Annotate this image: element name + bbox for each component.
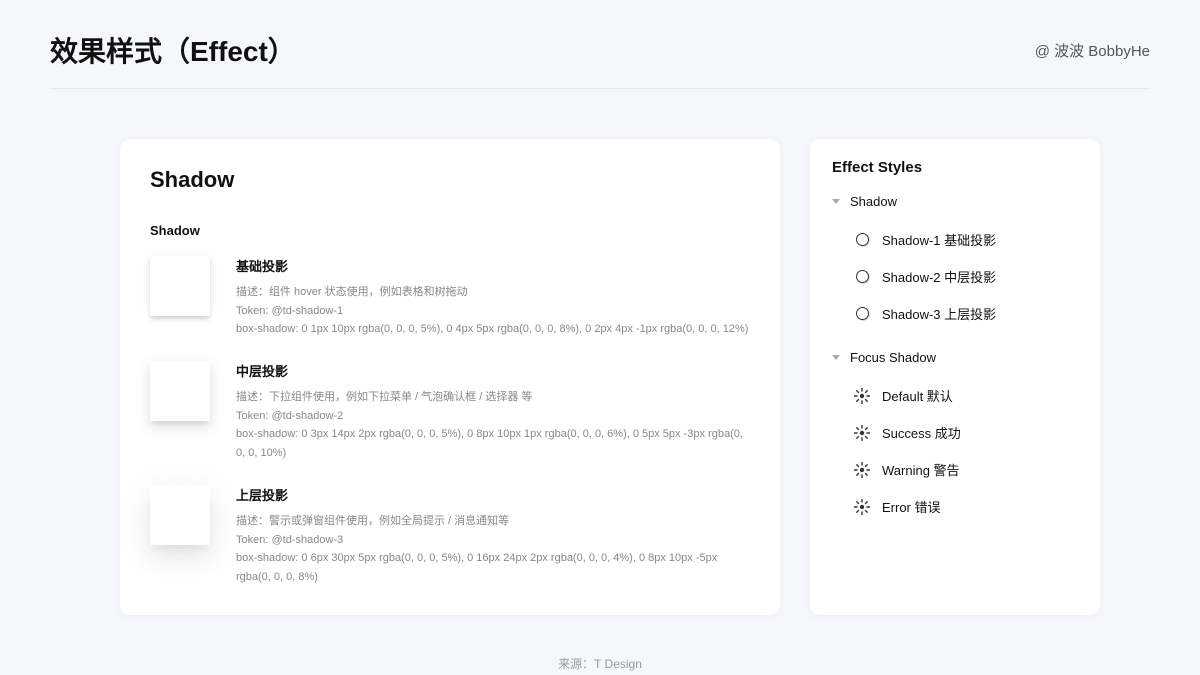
focus-icon <box>854 425 870 441</box>
shadow-card: Shadow Shadow 基础投影 描述：组件 hover 状态使用，例如表格… <box>120 139 780 615</box>
tree-group-label: Shadow <box>850 194 897 209</box>
effect-icon <box>854 269 870 285</box>
tree-item-label: Success 成功 <box>882 423 961 442</box>
chevron-down-icon <box>832 355 840 360</box>
tree-group-shadow[interactable]: Shadow <box>832 194 1078 209</box>
shadow-row: 中层投影 描述：下拉组件使用，例如下拉菜单 / 气泡确认框 / 选择器 等 To… <box>150 361 750 463</box>
focus-icon <box>854 388 870 404</box>
focus-icon <box>854 499 870 515</box>
tree-item[interactable]: Warning 警告 <box>854 451 1078 488</box>
shadow-swatch <box>150 256 210 316</box>
tree-item[interactable]: Default 默认 <box>854 377 1078 414</box>
tree-group-focus[interactable]: Focus Shadow <box>832 350 1078 365</box>
effect-styles-panel: Effect Styles Shadow Shadow-1 基础投影 Shado… <box>810 139 1100 615</box>
panel-title: Effect Styles <box>832 159 1078 176</box>
shadow-css: box-shadow: 0 6px 30px 5px rgba(0, 0, 0,… <box>236 549 750 586</box>
shadow-name: 上层投影 <box>236 485 750 504</box>
shadow-desc: 描述：下拉组件使用，例如下拉菜单 / 气泡确认框 / 选择器 等 <box>236 388 750 407</box>
shadow-row: 基础投影 描述：组件 hover 状态使用，例如表格和树拖动 Token: @t… <box>150 256 750 339</box>
card-title: Shadow <box>150 167 750 193</box>
effect-icon <box>854 306 870 322</box>
shadow-desc: 描述：组件 hover 状态使用，例如表格和树拖动 <box>236 283 748 302</box>
shadow-css: box-shadow: 0 1px 10px rgba(0, 0, 0, 5%)… <box>236 320 748 339</box>
shadow-token: Token: @td-shadow-1 <box>236 302 748 321</box>
tree-item[interactable]: Error 错误 <box>854 488 1078 525</box>
tree-group-label: Focus Shadow <box>850 350 936 365</box>
tree-item-label: Warning 警告 <box>882 460 960 479</box>
tree-item[interactable]: Shadow-1 基础投影 <box>854 221 1078 258</box>
page-title: 效果样式（Effect） <box>50 30 296 70</box>
tree-item[interactable]: Shadow-3 上层投影 <box>854 295 1078 332</box>
shadow-token: Token: @td-shadow-2 <box>236 407 750 426</box>
shadow-name: 基础投影 <box>236 256 748 275</box>
tree-item-label: Default 默认 <box>882 386 953 405</box>
shadow-token: Token: @td-shadow-3 <box>236 531 750 550</box>
tree-item[interactable]: Success 成功 <box>854 414 1078 451</box>
shadow-name: 中层投影 <box>236 361 750 380</box>
shadow-swatch <box>150 361 210 421</box>
shadow-desc: 描述：警示或弹窗组件使用，例如全局提示 / 消息通知等 <box>236 512 750 531</box>
shadow-swatch <box>150 485 210 545</box>
tree-item-label: Shadow-2 中层投影 <box>882 267 996 286</box>
footer-source: 来源：T Design <box>0 655 1200 672</box>
chevron-down-icon <box>832 199 840 204</box>
author-label: @ 波波 BobbyHe <box>1035 40 1150 61</box>
focus-icon <box>854 462 870 478</box>
effect-icon <box>854 232 870 248</box>
section-label: Shadow <box>150 223 750 238</box>
tree-item-label: Shadow-1 基础投影 <box>882 230 996 249</box>
tree-item-label: Shadow-3 上层投影 <box>882 304 996 323</box>
tree-item[interactable]: Shadow-2 中层投影 <box>854 258 1078 295</box>
shadow-css: box-shadow: 0 3px 14px 2px rgba(0, 0, 0,… <box>236 425 750 462</box>
shadow-row: 上层投影 描述：警示或弹窗组件使用，例如全局提示 / 消息通知等 Token: … <box>150 485 750 587</box>
tree-item-label: Error 错误 <box>882 497 941 516</box>
